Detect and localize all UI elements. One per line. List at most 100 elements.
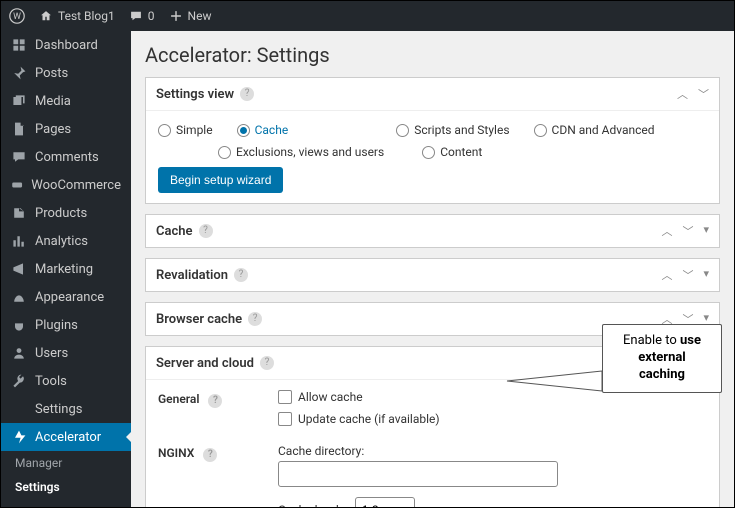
- update-cache-checkbox[interactable]: Update cache (if available): [278, 412, 707, 426]
- sidebar-item-label: Marketing: [35, 262, 93, 277]
- sidebar-item-posts[interactable]: Posts: [1, 59, 131, 87]
- analytics-icon: [11, 233, 27, 249]
- sidebar-item-pages[interactable]: Pages: [1, 115, 131, 143]
- sidebar-item-comments[interactable]: Comments: [1, 143, 131, 171]
- sidebar-item-label: Settings: [35, 402, 82, 417]
- products-icon: [11, 205, 27, 221]
- panel-toggle-icon[interactable]: ▾: [703, 267, 709, 283]
- callout-text: use: [680, 333, 701, 348]
- panel-settings-view: Settings view ? ︿ ﹀ Simple Cache Scripts…: [145, 77, 720, 204]
- sidebar-item-label: Pages: [35, 122, 71, 137]
- panel-toggle-icon[interactable]: ▾: [703, 223, 709, 239]
- callout-text: external: [638, 350, 686, 365]
- radio-label: Exclusions, views and users: [236, 145, 384, 159]
- radio-label: Scripts and Styles: [414, 123, 509, 137]
- panel-up-icon[interactable]: ︿: [661, 267, 672, 283]
- radio-cdn[interactable]: CDN and Advanced: [534, 123, 655, 137]
- radio-cache[interactable]: Cache: [237, 123, 289, 137]
- sidebar-item-label: Products: [35, 206, 87, 221]
- sidebar-item-tools[interactable]: Tools: [1, 367, 131, 395]
- settings-icon: [11, 401, 27, 417]
- sidebar-item-products[interactable]: Products: [1, 199, 131, 227]
- site-name-link[interactable]: Test Blog1: [39, 9, 115, 23]
- sidebar-item-label: WooCommerce: [31, 178, 121, 193]
- sidebar-item-label: Media: [35, 94, 71, 109]
- sidebar-sub-manager[interactable]: Manager: [1, 451, 131, 475]
- callout-text: Enable to: [623, 333, 680, 348]
- radio-label: Simple: [176, 123, 213, 137]
- panel-down-icon[interactable]: ﹀: [682, 267, 693, 283]
- new-link[interactable]: New: [169, 9, 212, 23]
- dashboard-icon: [11, 37, 27, 53]
- pin-icon: [11, 65, 27, 81]
- admin-toolbar: W Test Blog1 0 New: [1, 1, 734, 31]
- help-icon[interactable]: ?: [208, 394, 222, 408]
- sidebar-item-label: Accelerator: [35, 430, 101, 445]
- sidebar-sub-settings[interactable]: Settings: [1, 475, 131, 499]
- help-icon[interactable]: ?: [260, 356, 274, 370]
- sidebar-item-woocommerce[interactable]: WooCommerce: [1, 171, 131, 199]
- sidebar-item-label: Tools: [35, 374, 67, 389]
- callout-pointer-icon: [502, 366, 602, 396]
- comment-icon: [129, 9, 143, 23]
- sidebar-item-dashboard[interactable]: Dashboard: [1, 31, 131, 59]
- content-area: Accelerator: Settings Settings view ? ︿ …: [131, 31, 734, 507]
- marketing-icon: [11, 261, 27, 277]
- sidebar-item-marketing[interactable]: Marketing: [1, 255, 131, 283]
- page-title: Accelerator: Settings: [145, 43, 720, 67]
- sidebar-item-label: Analytics: [35, 234, 88, 249]
- comment-icon: [11, 149, 27, 165]
- radio-label: Cache: [255, 123, 289, 137]
- sidebar-item-accelerator[interactable]: Accelerator: [1, 423, 131, 451]
- help-icon[interactable]: ?: [234, 268, 248, 282]
- panel-up-icon[interactable]: ︿: [661, 223, 672, 239]
- help-icon[interactable]: ?: [248, 312, 262, 326]
- cache-directory-input[interactable]: [278, 461, 558, 487]
- wp-logo[interactable]: W: [9, 8, 25, 24]
- sidebar-item-label: Posts: [35, 66, 68, 81]
- collapse-menu[interactable]: Collapse menu: [1, 499, 131, 508]
- radio-content[interactable]: Content: [422, 145, 482, 159]
- radio-label: Content: [440, 145, 482, 159]
- home-icon: [39, 9, 53, 23]
- cache-directory-label: Cache directory:: [278, 444, 707, 458]
- panel-down-icon[interactable]: ﹀: [682, 223, 693, 239]
- admin-sidebar: Dashboard Posts Media Pages Comments Woo…: [1, 31, 131, 507]
- sidebar-item-label: Comments: [35, 150, 99, 165]
- site-name: Test Blog1: [58, 9, 115, 23]
- help-icon[interactable]: ?: [203, 448, 217, 462]
- accelerator-icon: [11, 429, 27, 445]
- sidebar-item-appearance[interactable]: Appearance: [1, 283, 131, 311]
- checkbox-label: Allow cache: [298, 390, 363, 404]
- panel-up-icon[interactable]: ︿: [677, 86, 688, 102]
- sidebar-item-label: Users: [35, 346, 68, 361]
- sidebar-item-settings[interactable]: Settings: [1, 395, 131, 423]
- sidebar-item-label: Appearance: [35, 290, 104, 305]
- nginx-label: NGINX ?: [158, 444, 278, 462]
- cache-levels-label: Cache levels:: [278, 503, 348, 507]
- sidebar-item-users[interactable]: Users: [1, 339, 131, 367]
- radio-exclusions[interactable]: Exclusions, views and users: [218, 145, 384, 159]
- begin-setup-wizard-button[interactable]: Begin setup wizard: [158, 167, 283, 193]
- plugins-icon: [11, 317, 27, 333]
- sidebar-item-analytics[interactable]: Analytics: [1, 227, 131, 255]
- radio-scripts[interactable]: Scripts and Styles: [396, 123, 509, 137]
- panel-title: Revalidation: [156, 268, 228, 283]
- tools-icon: [11, 373, 27, 389]
- comments-link[interactable]: 0: [129, 9, 155, 23]
- radio-simple[interactable]: Simple: [158, 123, 213, 137]
- radio-label: CDN and Advanced: [552, 123, 655, 137]
- panel-title: Server and cloud: [156, 356, 254, 371]
- svg-text:W: W: [13, 12, 21, 22]
- sidebar-item-media[interactable]: Media: [1, 87, 131, 115]
- users-icon: [11, 345, 27, 361]
- help-icon[interactable]: ?: [199, 224, 213, 238]
- sidebar-item-label: Plugins: [35, 318, 78, 333]
- cache-levels-input[interactable]: [355, 497, 415, 507]
- comments-count: 0: [148, 9, 155, 23]
- general-label: General ?: [158, 390, 278, 408]
- panel-down-icon[interactable]: ﹀: [698, 86, 709, 102]
- help-icon[interactable]: ?: [240, 87, 254, 101]
- checkbox-label: Update cache (if available): [298, 412, 440, 426]
- sidebar-item-plugins[interactable]: Plugins: [1, 311, 131, 339]
